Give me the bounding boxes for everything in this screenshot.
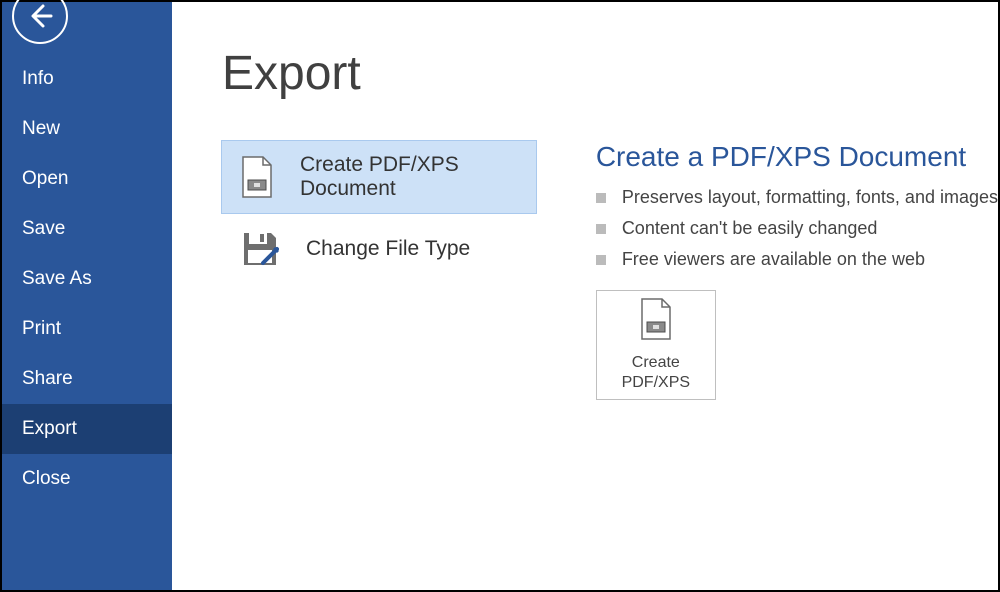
sidebar-item-share[interactable]: Share [2, 354, 172, 404]
sidebar-item-export[interactable]: Export [2, 404, 172, 454]
main-pane: Export Create PDF/XPS Document [172, 2, 998, 590]
page-title: Export [222, 46, 998, 101]
button-label: Create PDF/XPS [622, 353, 690, 391]
detail-bullet: Preserves layout, formatting, fonts, and… [596, 187, 998, 208]
create-pdf-xps-button[interactable]: Create PDF/XPS [596, 290, 716, 400]
option-create-pdf-xps[interactable]: Create PDF/XPS Document [222, 141, 536, 213]
detail-bullet: Content can't be easily changed [596, 218, 998, 239]
sidebar-item-close[interactable]: Close [2, 454, 172, 504]
detail-bullet: Free viewers are available on the web [596, 249, 998, 270]
back-arrow-icon [25, 1, 55, 31]
sidebar-item-print[interactable]: Print [2, 304, 172, 354]
export-options-list: Create PDF/XPS Document Change Fi [222, 141, 536, 590]
sidebar-item-save-as[interactable]: Save As [2, 254, 172, 304]
save-disk-icon [240, 230, 280, 268]
backstage-sidebar: Info New Open Save Save As Print Share E… [2, 2, 172, 590]
option-label: Change File Type [306, 237, 470, 261]
sidebar-item-save[interactable]: Save [2, 204, 172, 254]
detail-bullets: Preserves layout, formatting, fonts, and… [596, 187, 998, 270]
sidebar-item-info[interactable]: Info [2, 54, 172, 104]
pdfxps-doc-icon [639, 298, 673, 345]
sidebar-item-open[interactable]: Open [2, 154, 172, 204]
back-button[interactable] [12, 0, 68, 44]
pdfxps-doc-icon [240, 156, 274, 198]
export-detail-pane: Create a PDF/XPS Document Preserves layo… [596, 141, 998, 590]
detail-title: Create a PDF/XPS Document [596, 141, 998, 173]
option-label: Create PDF/XPS Document [300, 153, 518, 201]
option-change-file-type[interactable]: Change File Type [222, 213, 536, 285]
sidebar-item-new[interactable]: New [2, 104, 172, 154]
